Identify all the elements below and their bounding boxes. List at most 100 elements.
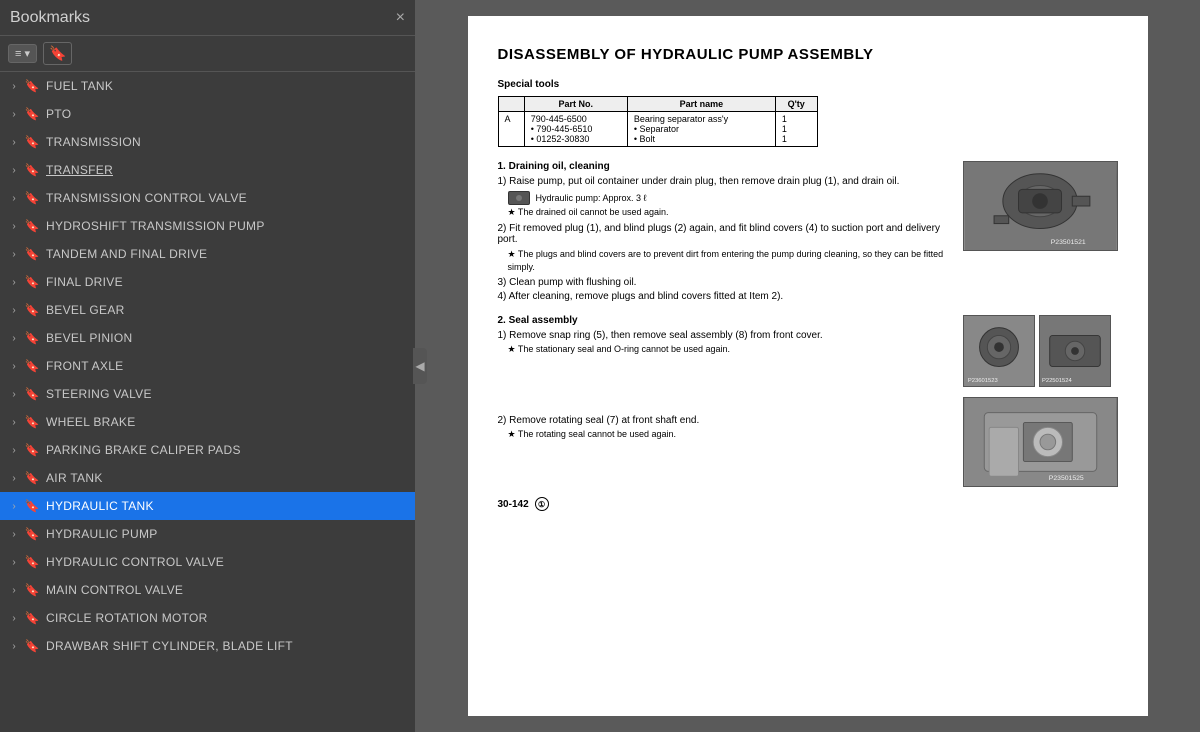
sidebar-item-label: TANDEM AND FINAL DRIVE	[46, 247, 207, 261]
section-2-text: 2. Seal assembly 1) Remove snap ring (5)…	[498, 315, 949, 487]
bookmark-icon: 🔖	[24, 191, 40, 205]
table-header-part-name: Part name	[627, 97, 775, 112]
main-content: DISASSEMBLY OF HYDRAULIC PUMP ASSEMBLY S…	[415, 0, 1200, 732]
bookmark-icon: 🔖	[24, 471, 40, 485]
sidebar-item-label: TRANSMISSION	[46, 135, 141, 149]
sidebar-item-hydroshift-transmission-pump[interactable]: ›🔖HYDROSHIFT TRANSMISSION PUMP	[0, 212, 415, 240]
page-number: 30-142	[498, 499, 529, 510]
collapse-sidebar-button[interactable]: ◀	[413, 348, 427, 384]
expand-arrow-icon: ›	[6, 249, 22, 260]
bookmark-icon: 🔖	[24, 639, 40, 653]
expand-arrow-icon: ›	[6, 529, 22, 540]
bookmark-icon: 🔖	[24, 443, 40, 457]
page-footer: 30-142 ①	[498, 497, 1118, 511]
sidebar-item-label: AIR TANK	[46, 471, 103, 485]
expand-arrow-icon: ›	[6, 165, 22, 176]
bookmark-icon: 🔖	[24, 219, 40, 233]
bookmark-icon: 🔖	[24, 247, 40, 261]
step-2-2: 2) Remove rotating seal (7) at front sha…	[498, 415, 949, 426]
sidebar-item-circle-rotation-motor[interactable]: ›🔖CIRCLE ROTATION MOTOR	[0, 604, 415, 632]
sidebar-item-parking-brake-caliper-pads[interactable]: ›🔖 PARKING BRAKE CALIPER PADS	[0, 436, 415, 464]
page-circle: ①	[535, 497, 549, 511]
sidebar-item-label: CIRCLE ROTATION MOTOR	[46, 611, 208, 625]
bookmark-icon: 🔖	[24, 555, 40, 569]
table-header-part-no: Part No.	[524, 97, 627, 112]
sidebar-item-hydraulic-tank[interactable]: ›🔖HYDRAULIC TANK	[0, 492, 415, 520]
expand-arrow-icon: ›	[6, 277, 22, 288]
sidebar-item-steering-valve[interactable]: ›🔖STEERING VALVE	[0, 380, 415, 408]
sidebar-item-label: HYDRAULIC PUMP	[46, 527, 158, 541]
sidebar-item-bevel-gear[interactable]: ›🔖BEVEL GEAR	[0, 296, 415, 324]
svg-text:P23501525: P23501525	[1048, 475, 1083, 482]
section-1-image: P23501521	[963, 161, 1118, 251]
sidebar-item-label: HYDROSHIFT TRANSMISSION PUMP	[46, 219, 265, 233]
step-1-3: 3) Clean pump with flushing oil.	[498, 277, 949, 288]
expand-arrow-icon: ›	[6, 109, 22, 120]
sidebar-item-transmission[interactable]: ›🔖TRANSMISSION	[0, 128, 415, 156]
sidebar-item-fuel-tank[interactable]: ›🔖FUEL TANK	[0, 72, 415, 100]
expand-arrow-icon: ›	[6, 361, 22, 372]
sidebar-item-pto[interactable]: ›🔖PTO	[0, 100, 415, 128]
sidebar-item-transfer[interactable]: ›🔖TRANSFER	[0, 156, 415, 184]
table-cell-part-name: Bearing separator ass'y• Separator• Bolt	[627, 112, 775, 147]
step-1-2: 2) Fit removed plug (1), and blind plugs…	[498, 223, 949, 245]
step-2-star1: ★ The stationary seal and O-ring cannot …	[508, 344, 949, 355]
sidebar-item-label: HYDRAULIC TANK	[46, 499, 154, 513]
bookmark-icon: 🔖	[24, 499, 40, 513]
sidebar-item-air-tank[interactable]: ›🔖AIR TANK	[0, 464, 415, 492]
expand-arrow-icon: ›	[6, 417, 22, 428]
bookmark-icon: 🔖	[24, 163, 40, 177]
sidebar-header: Bookmarks ×	[0, 0, 415, 36]
section-2-images: P23601523 P22501524	[963, 315, 1118, 487]
section-2-image-3: P23501525	[963, 397, 1118, 487]
bookmark-icon: 🔖	[24, 415, 40, 429]
section-2: 2. Seal assembly 1) Remove snap ring (5)…	[498, 315, 1118, 487]
expand-arrow-icon: ›	[6, 193, 22, 204]
sidebar-item-label: DRAWBAR SHIFT CYLINDER, BLADE LIFT	[46, 639, 293, 653]
expand-arrow-icon: ›	[6, 585, 22, 596]
special-tools-table: Part No. Part name Q'ty A 790-445-6500• …	[498, 96, 818, 147]
section-2-image-2: P22501524	[1039, 315, 1111, 387]
expand-arrow-icon: ›	[6, 333, 22, 344]
sidebar-item-drawbar-shift[interactable]: ›🔖DRAWBAR SHIFT CYLINDER, BLADE LIFT	[0, 632, 415, 660]
hydraulic-pump-note: Hydraulic pump: Approx. 3 ℓ	[536, 193, 647, 203]
special-tools-label: Special tools	[498, 79, 1118, 90]
document-page: DISASSEMBLY OF HYDRAULIC PUMP ASSEMBLY S…	[468, 16, 1148, 716]
bookmark-list[interactable]: ›🔖FUEL TANK›🔖PTO›🔖TRANSMISSION›🔖TRANSFER…	[0, 72, 415, 732]
sidebar-item-label: WHEEL BRAKE	[46, 415, 136, 429]
bookmark-icon: 🔖	[24, 611, 40, 625]
sidebar-item-wheel-brake[interactable]: ›🔖 WHEEL BRAKE	[0, 408, 415, 436]
sidebar-item-final-drive[interactable]: ›🔖FINAL DRIVE	[0, 268, 415, 296]
bookmark-icon: 🔖	[24, 107, 40, 121]
sidebar-item-front-axle[interactable]: ›🔖FRONT AXLE	[0, 352, 415, 380]
sidebar-item-bevel-pinion[interactable]: ›🔖BEVEL PINION	[0, 324, 415, 352]
sidebar-item-label: MAIN CONTROL VALVE	[46, 583, 183, 597]
bookmark-icon: 🔖	[24, 387, 40, 401]
table-header-col0	[498, 97, 524, 112]
svg-text:P23501521: P23501521	[1050, 239, 1085, 246]
expand-arrow-icon: ›	[6, 445, 22, 456]
expand-arrow-icon: ›	[6, 557, 22, 568]
section-1-images: P23501521	[963, 161, 1118, 305]
table-cell-qty: 111	[775, 112, 817, 147]
section-2-image-1: P23601523	[963, 315, 1035, 387]
sidebar-item-transmission-control-valve[interactable]: ›🔖 TRANSMISSION CONTROL VALVE	[0, 184, 415, 212]
sidebar-item-main-control-valve[interactable]: ›🔖MAIN CONTROL VALVE	[0, 576, 415, 604]
section-1: 1. Draining oil, cleaning 1) Raise pump,…	[498, 161, 1118, 305]
expand-arrow-icon: ›	[6, 305, 22, 316]
sidebar-item-hydraulic-pump[interactable]: ›🔖HYDRAULIC PUMP	[0, 520, 415, 548]
bookmark-icon: 🔖	[24, 303, 40, 317]
sidebar-item-label: TRANSMISSION CONTROL VALVE	[46, 191, 247, 205]
svg-text:P23601523: P23601523	[967, 378, 997, 384]
section-2-image-pair: P23601523 P22501524	[963, 315, 1118, 387]
close-icon[interactable]: ×	[396, 10, 405, 26]
bookmark-menu-button[interactable]: ≡ ▾	[8, 44, 37, 63]
sidebar: Bookmarks × ≡ ▾ 🔖 ›🔖FUEL TANK›🔖PTO›🔖TRAN…	[0, 0, 415, 732]
sidebar-item-tandem-and-final-drive[interactable]: ›🔖 TANDEM AND FINAL DRIVE	[0, 240, 415, 268]
sidebar-item-label: BEVEL PINION	[46, 331, 133, 345]
table-header-qty: Q'ty	[775, 97, 817, 112]
sidebar-item-label: PARKING BRAKE CALIPER PADS	[46, 443, 241, 457]
sidebar-item-hydraulic-control-valve[interactable]: ›🔖HYDRAULIC CONTROL VALVE	[0, 548, 415, 576]
bookmark-icon-button[interactable]: 🔖	[43, 42, 72, 65]
section-2-heading: 2. Seal assembly	[498, 315, 949, 326]
